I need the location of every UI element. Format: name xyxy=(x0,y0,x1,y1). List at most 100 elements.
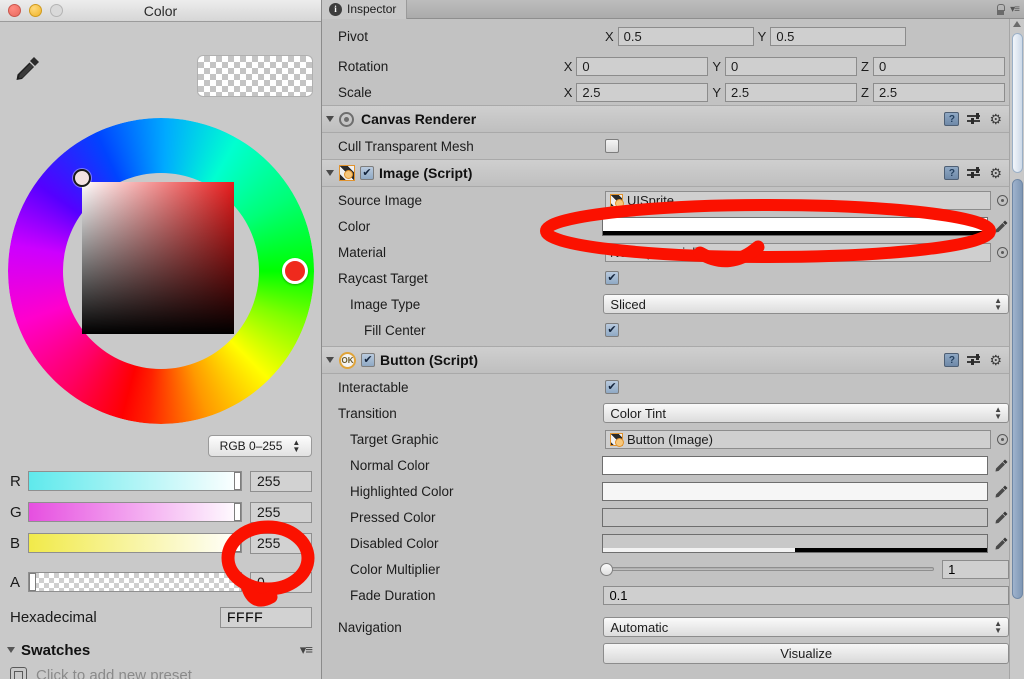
slider-row-b[interactable]: B 255 xyxy=(10,531,312,555)
color-wheel[interactable] xyxy=(8,118,314,424)
component-header-image-script[interactable]: Image (Script) ? ⚙ xyxy=(322,159,1009,187)
rotation-x-input[interactable]: 0 xyxy=(576,56,709,76)
target-graphic-field[interactable]: Button (Image) xyxy=(605,429,1008,449)
scale-y-input[interactable]: 2.5 xyxy=(725,82,858,102)
pivot-y-input[interactable]: 0.5 xyxy=(770,26,907,46)
object-picker-icon[interactable] xyxy=(997,246,1008,258)
disclosure-triangle-icon[interactable] xyxy=(326,116,334,122)
add-preset-icon[interactable] xyxy=(10,667,27,679)
image-type-dropdown[interactable]: Sliced ▲ ▼ xyxy=(603,294,1009,314)
scale-x-input[interactable]: 2.5 xyxy=(576,82,709,102)
preset-icon[interactable] xyxy=(967,166,981,180)
slider-row-a[interactable]: A 0 xyxy=(10,570,312,594)
interactable-checkbox[interactable] xyxy=(605,380,619,394)
slider-value-a[interactable]: 0 xyxy=(250,571,312,593)
highlighted-color-field[interactable] xyxy=(602,481,1009,501)
transition-dropdown[interactable]: Color Tint ▲ ▼ xyxy=(603,403,1009,423)
tab-inspector[interactable]: i Inspector xyxy=(322,0,408,19)
slider-knob-g[interactable] xyxy=(234,503,241,521)
disclosure-triangle-icon[interactable] xyxy=(7,647,15,653)
slider-track-r[interactable] xyxy=(28,471,242,491)
scale-x-field[interactable]: X 2.5 xyxy=(564,82,709,102)
rotation-y-input[interactable]: 0 xyxy=(725,56,858,76)
visualize-button[interactable]: Visualize xyxy=(603,642,1009,664)
add-preset-row[interactable]: Click to add new preset xyxy=(10,667,192,679)
swatches-header[interactable]: Swatches ▾≡ xyxy=(7,639,313,661)
image-enabled-checkbox[interactable] xyxy=(360,166,374,180)
gear-icon[interactable]: ⚙ xyxy=(989,353,1002,367)
pressed-color-swatch[interactable] xyxy=(602,507,988,527)
preset-icon[interactable] xyxy=(967,112,981,126)
fade-duration-input[interactable]: 0.1 xyxy=(603,585,1009,605)
slider-knob-b[interactable] xyxy=(234,534,241,552)
source-image-field[interactable]: UISprite xyxy=(605,190,1008,210)
rotation-x-field[interactable]: X 0 xyxy=(564,56,709,76)
object-picker-icon[interactable] xyxy=(997,194,1008,206)
slider-row-r[interactable]: R 255 xyxy=(10,469,312,493)
eyedropper-icon[interactable] xyxy=(994,484,1009,499)
scale-z-field[interactable]: Z 2.5 xyxy=(861,82,1005,102)
disclosure-triangle-icon[interactable] xyxy=(326,170,334,176)
disabled-color-swatch[interactable] xyxy=(602,533,988,553)
hue-marker[interactable] xyxy=(282,258,308,284)
slider-track-b[interactable] xyxy=(28,533,242,553)
slider-value-r[interactable]: 255 xyxy=(250,470,312,492)
help-icon[interactable]: ? xyxy=(944,353,960,367)
source-image-object-field[interactable]: UISprite xyxy=(605,190,991,210)
scrollbar-track-top[interactable] xyxy=(1012,33,1023,173)
slider-knob[interactable] xyxy=(600,562,614,576)
pressed-color-field[interactable] xyxy=(602,507,1009,527)
object-picker-icon[interactable] xyxy=(997,433,1008,445)
material-field[interactable]: None (Material) xyxy=(605,242,1008,262)
color-multiplier-input[interactable]: 1 xyxy=(942,559,1009,579)
rotation-y-field[interactable]: Y 0 xyxy=(712,56,858,76)
eyedropper-icon[interactable] xyxy=(994,536,1009,551)
preset-icon[interactable] xyxy=(967,353,981,367)
material-object-field[interactable]: None (Material) xyxy=(605,242,991,262)
gear-icon[interactable]: ⚙ xyxy=(989,112,1002,126)
eyedropper-icon[interactable] xyxy=(994,510,1009,525)
normal-color-field[interactable] xyxy=(602,455,1009,475)
scale-z-input[interactable]: 2.5 xyxy=(873,82,1005,102)
scale-y-field[interactable]: Y 2.5 xyxy=(712,82,858,102)
slider-value-b[interactable]: 255 xyxy=(250,532,312,554)
component-header-button-script[interactable]: OK Button (Script) ? ⚙ xyxy=(322,346,1009,374)
pivot-x-input[interactable]: 0.5 xyxy=(617,26,754,46)
scroll-up-arrow-icon[interactable] xyxy=(1013,21,1021,27)
image-color-swatch[interactable] xyxy=(602,216,988,236)
target-graphic-object-field[interactable]: Button (Image) xyxy=(605,429,991,449)
fill-center-checkbox[interactable] xyxy=(605,323,619,337)
gear-icon[interactable]: ⚙ xyxy=(989,166,1002,180)
help-icon[interactable]: ? xyxy=(944,112,960,126)
slider-track-a[interactable] xyxy=(28,572,242,592)
pivot-x-field[interactable]: X 0.5 xyxy=(605,26,754,46)
component-header-canvas-renderer[interactable]: Canvas Renderer ? ⚙ xyxy=(322,105,1009,133)
image-color-field[interactable] xyxy=(602,216,1009,236)
swatches-menu-icon[interactable]: ▾≡ xyxy=(300,642,313,658)
inspector-scrollbar[interactable] xyxy=(1009,19,1024,679)
disclosure-triangle-icon[interactable] xyxy=(326,357,334,363)
color-mode-select[interactable]: RGB 0–255 ▲ ▼ xyxy=(208,435,312,457)
normal-color-swatch[interactable] xyxy=(602,455,988,475)
slider-knob-a[interactable] xyxy=(29,573,36,591)
slider-track-g[interactable] xyxy=(28,502,242,522)
navigation-dropdown[interactable]: Automatic ▲ ▼ xyxy=(603,617,1009,637)
button-enabled-checkbox[interactable] xyxy=(361,353,375,367)
hexadecimal-input[interactable]: FFFF xyxy=(220,606,312,628)
eyedropper-icon[interactable] xyxy=(10,52,44,90)
slider-value-g[interactable]: 255 xyxy=(250,501,312,523)
rotation-z-input[interactable]: 0 xyxy=(873,56,1005,76)
color-multiplier-slider[interactable] xyxy=(600,562,935,576)
hamburger-menu-icon[interactable]: ▾≡ xyxy=(1010,4,1020,15)
scrollbar-thumb[interactable] xyxy=(1012,179,1023,599)
raycast-target-checkbox[interactable] xyxy=(605,271,619,285)
pivot-y-field[interactable]: Y 0.5 xyxy=(758,26,907,46)
slider-row-g[interactable]: G 255 xyxy=(10,500,312,524)
rotation-z-field[interactable]: Z 0 xyxy=(861,56,1005,76)
saturation-value-marker[interactable] xyxy=(73,169,91,187)
help-icon[interactable]: ? xyxy=(944,166,960,180)
disabled-color-field[interactable] xyxy=(602,533,1009,553)
eyedropper-icon[interactable] xyxy=(994,219,1009,234)
saturation-value-square[interactable] xyxy=(82,182,234,334)
highlighted-color-swatch[interactable] xyxy=(602,481,988,501)
